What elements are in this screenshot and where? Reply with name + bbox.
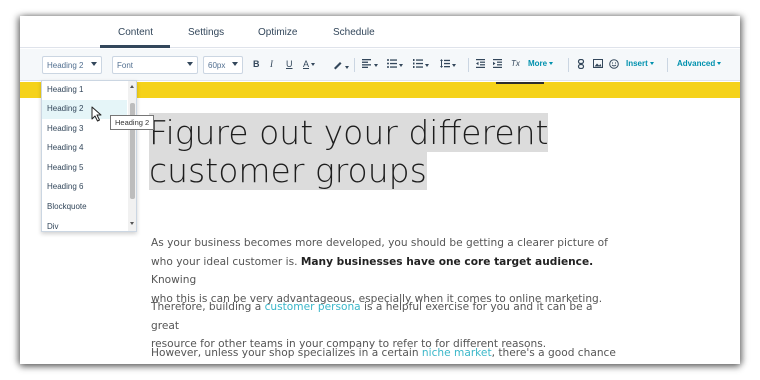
- scroll-up-arrow-icon[interactable]: [130, 85, 134, 88]
- customer-persona-link[interactable]: customer persona: [265, 301, 361, 313]
- advanced-menu-button[interactable]: Advanced: [677, 59, 722, 68]
- insert-menu-button[interactable]: Insert: [626, 59, 654, 68]
- image-icon: [593, 59, 603, 68]
- font-size-select[interactable]: 60px: [203, 56, 243, 74]
- dropdown-option-heading-6[interactable]: Heading 6: [42, 178, 127, 197]
- toolbar-divider: [354, 58, 355, 72]
- paragraph-text: However, unless your shop specializes in…: [151, 347, 422, 359]
- paragraph-text: Knowing: [151, 274, 197, 286]
- heading-line-1: Figure out your different: [149, 113, 549, 152]
- highlight-button[interactable]: [332, 59, 349, 72]
- active-tab-indicator: [100, 45, 170, 48]
- italic-button[interactable]: I: [270, 59, 273, 69]
- niche-market-link[interactable]: niche market: [422, 347, 492, 359]
- more-label: More: [528, 59, 548, 68]
- dropdown-scrollbar[interactable]: [128, 81, 136, 231]
- bulleted-list-icon: [387, 59, 397, 68]
- dropdown-option-heading-1[interactable]: Heading 1: [42, 81, 127, 100]
- numbered-list-icon: [413, 59, 423, 68]
- bold-text: Many businesses have one core target aud…: [300, 255, 594, 268]
- scroll-down-arrow-icon[interactable]: [130, 222, 134, 225]
- font-select[interactable]: Font: [112, 56, 198, 74]
- paragraph-text: who your ideal customer is.: [151, 255, 301, 268]
- bold-button[interactable]: B: [253, 59, 260, 69]
- advanced-label: Advanced: [677, 59, 716, 68]
- chevron-down-icon: [649, 62, 654, 66]
- chevron-down-icon: [549, 62, 554, 66]
- insert-label: Insert: [626, 59, 648, 68]
- text-color-label: A: [303, 59, 310, 69]
- tab-schedule[interactable]: Schedule: [333, 27, 375, 38]
- emoji-button[interactable]: [609, 59, 619, 71]
- paragraph-text: Therefore, building a: [151, 301, 265, 313]
- article-heading[interactable]: Figure out your different customer group…: [149, 113, 569, 190]
- chevron-down-icon: [717, 62, 722, 66]
- toolbar-divider: [468, 58, 469, 72]
- chevron-down-icon: [374, 64, 378, 68]
- tab-content[interactable]: Content: [118, 27, 153, 38]
- font-size-value: 60px: [208, 61, 226, 70]
- font-value: Font: [117, 61, 134, 70]
- chevron-down-icon: [232, 62, 238, 66]
- chevron-down-icon: [311, 63, 316, 67]
- increase-indent-button[interactable]: [493, 59, 502, 70]
- line-spacing-icon: [440, 59, 450, 68]
- indent-icon: [493, 59, 502, 68]
- paragraph-1[interactable]: As your business becomes more developed,…: [151, 234, 621, 308]
- chevron-down-icon: [91, 62, 97, 66]
- toolbar-divider: [667, 58, 668, 72]
- link-button[interactable]: [577, 58, 585, 71]
- more-menu-button[interactable]: More: [528, 59, 554, 68]
- align-left-icon: [362, 59, 371, 68]
- block-style-dropdown: Heading 1 Heading 2 Heading 3 Heading 4 …: [41, 80, 137, 232]
- numbered-list-button[interactable]: [413, 59, 429, 70]
- chevron-down-icon: [425, 64, 429, 68]
- block-style-value: Heading 2: [47, 61, 84, 70]
- tab-bar: Content Settings Optimize Schedule: [20, 16, 740, 48]
- text-color-button[interactable]: A: [303, 59, 316, 69]
- dropdown-option-heading-4[interactable]: Heading 4: [42, 139, 127, 158]
- align-button[interactable]: [362, 59, 378, 70]
- link-icon: [577, 58, 585, 70]
- toolbar-divider: [568, 58, 569, 72]
- paragraph-3[interactable]: However, unless your shop specializes in…: [151, 344, 621, 363]
- chevron-down-icon: [452, 64, 456, 68]
- block-style-select[interactable]: Heading 2: [42, 56, 102, 74]
- formatting-toolbar: Heading 2 Font 60px B I U A Tx More Inse…: [20, 49, 740, 81]
- image-button[interactable]: [593, 59, 603, 70]
- underline-button[interactable]: U: [286, 59, 293, 69]
- dropdown-option-heading-5[interactable]: Heading 5: [42, 159, 127, 178]
- highlighter-icon: [334, 62, 342, 70]
- paragraph-text: As your business becomes more developed,…: [151, 237, 608, 249]
- chevron-down-icon: [345, 66, 349, 70]
- dropdown-option-blockquote[interactable]: Blockquote: [42, 198, 127, 217]
- outdent-icon: [476, 59, 485, 68]
- decrease-indent-button[interactable]: [476, 59, 485, 70]
- line-spacing-button[interactable]: [440, 59, 456, 70]
- heading-line-2: customer groups: [149, 151, 427, 190]
- chevron-down-icon: [399, 64, 403, 68]
- dropdown-option-div[interactable]: Div: [42, 218, 127, 231]
- chevron-down-icon: [187, 62, 193, 66]
- tab-optimize[interactable]: Optimize: [258, 27, 297, 38]
- hero-band-accent: [496, 82, 544, 84]
- option-tooltip: Heading 2: [110, 115, 155, 130]
- mouse-pointer-icon: [91, 106, 102, 122]
- editor-window: Content Settings Optimize Schedule Headi…: [20, 16, 740, 364]
- clear-format-button[interactable]: Tx: [511, 59, 520, 68]
- paragraph-text: , there's a good chance: [491, 347, 616, 359]
- bulleted-list-button[interactable]: [387, 59, 403, 70]
- smiley-icon: [609, 59, 619, 69]
- tab-settings[interactable]: Settings: [188, 27, 224, 38]
